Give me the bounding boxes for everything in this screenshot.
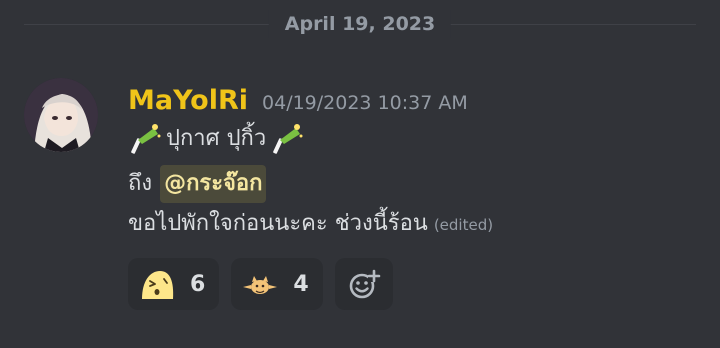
sparkler-emoji-icon bbox=[131, 124, 161, 154]
line-1-text: ปุกาศ ปุกิ้ว bbox=[166, 126, 267, 151]
reaction-count: 6 bbox=[190, 271, 206, 297]
message-header: MaYolRi 04/19/2023 10:37 AM bbox=[128, 84, 468, 120]
reaction-cat-pointing[interactable]: 4 bbox=[231, 258, 323, 310]
avatar[interactable] bbox=[24, 78, 98, 152]
cat-pointing-emoji-icon bbox=[243, 276, 278, 294]
message-line-3: ขอไปพักใจก่อนนะคะ ช่วงนี้ร้อน (edited) bbox=[128, 208, 493, 241]
timestamp: 04/19/2023 10:37 AM bbox=[262, 92, 468, 114]
message-line-2: ถึง @กระจ๊อก bbox=[128, 165, 267, 203]
reaction-yellow-blob[interactable]: 6 bbox=[128, 258, 220, 310]
yellow-blob-emoji-icon bbox=[142, 271, 174, 299]
edited-label: (edited) bbox=[433, 216, 494, 234]
user-mention[interactable]: @กระจ๊อก bbox=[160, 165, 267, 203]
line-2-prefix: ถึง bbox=[128, 171, 153, 196]
message-line-1: ปุกาศ ปุกิ้ว bbox=[128, 122, 304, 156]
add-reaction-button[interactable] bbox=[334, 258, 393, 310]
sparkler-emoji-icon bbox=[273, 124, 303, 154]
reaction-count: 4 bbox=[293, 271, 309, 297]
username[interactable]: MaYolRi bbox=[128, 84, 248, 118]
line-3-text: ขอไปพักใจก่อนนะคะ ช่วงนี้ร้อน bbox=[128, 211, 428, 236]
avatar-image bbox=[24, 78, 98, 152]
reactions-bar: 6 4 bbox=[128, 258, 393, 310]
add-emoji-icon bbox=[349, 269, 380, 299]
divider-date: April 19, 2023 bbox=[268, 10, 452, 38]
